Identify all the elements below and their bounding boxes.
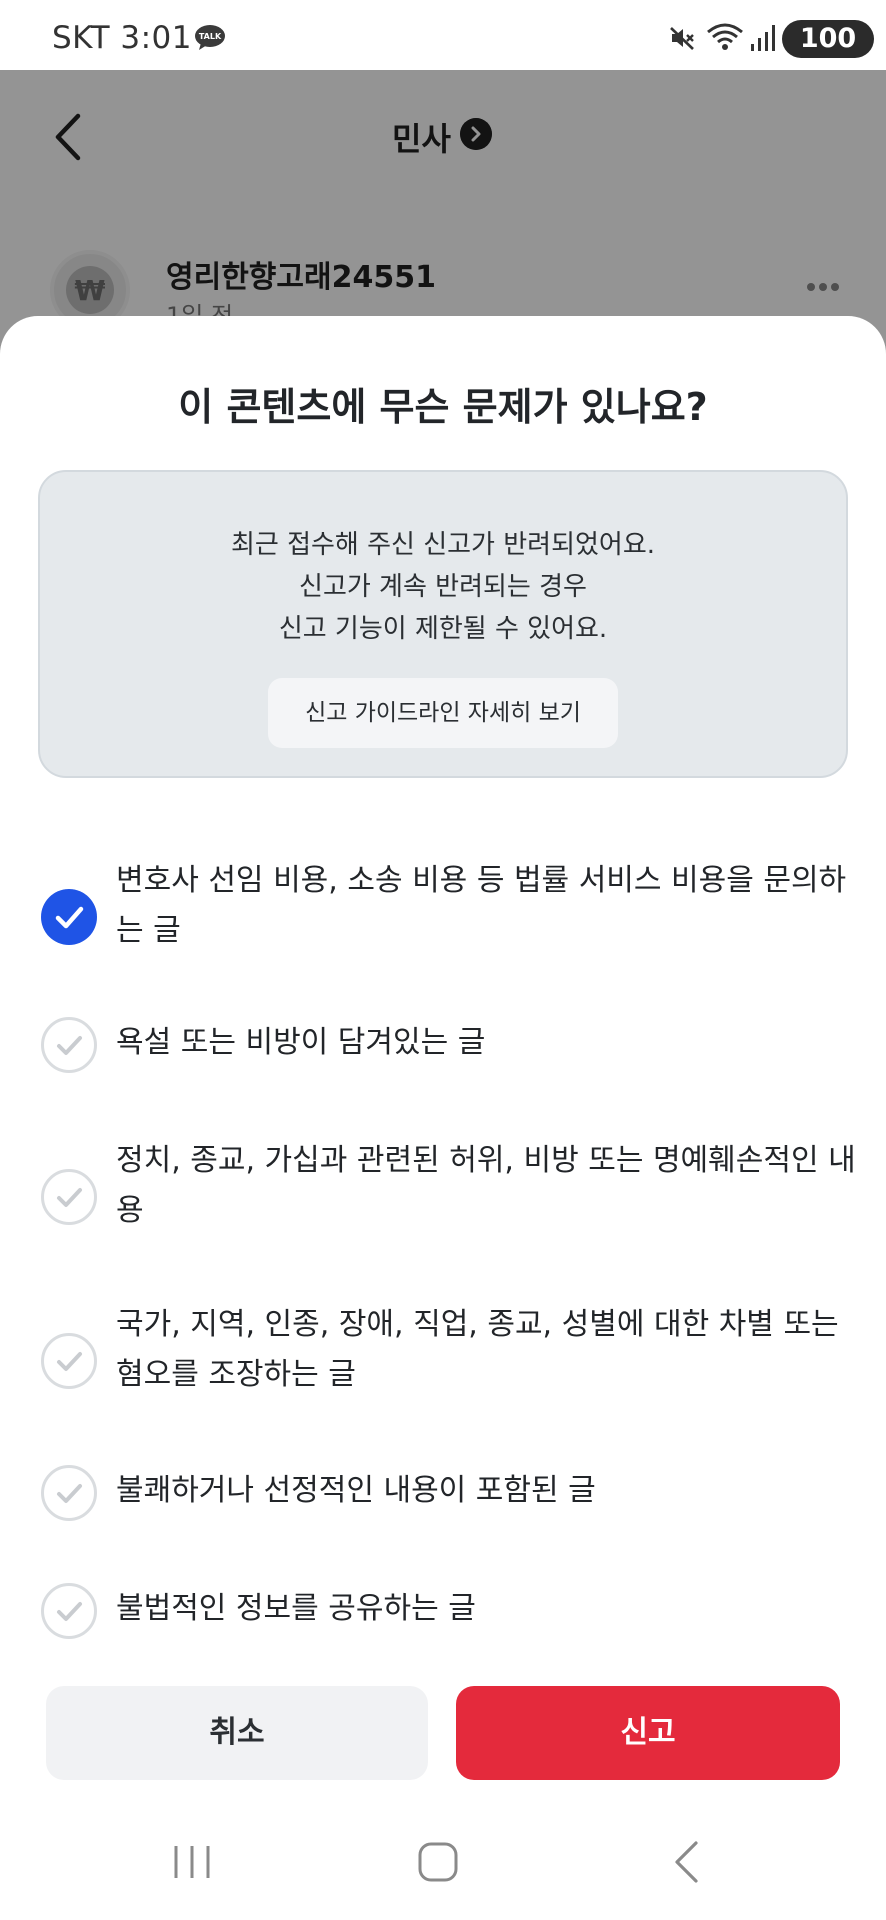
notice-line: 최근 접수해 주신 신고가 반려되었어요. [230,530,656,560]
option-label: 국가, 지역, 인종, 장애, 직업, 종교, 성별에 대한 차별 또는 혐오를… [116,1307,839,1392]
rejection-notice: 최근 접수해 주신 신고가 반려되었어요. 신고가 계속 반려되는 경우 신고 … [38,470,848,778]
report-option[interactable]: 국가, 지역, 인종, 장애, 직업, 종교, 성별에 대한 차별 또는 혐오를… [40,1300,850,1400]
talk-bubble-icon: TALK [195,25,225,50]
status-bar: SKT 3:01 TALK 100 [0,0,886,70]
report-bottom-sheet: 이 콘텐츠에 무슨 문제가 있나요? 최근 접수해 주신 신고가 반려되었어요.… [0,316,886,1920]
report-option[interactable]: 변호사 선임 비용, 소송 비용 등 법률 서비스 비용을 문의하는 글 [40,856,850,956]
report-option[interactable]: 정치, 종교, 가십과 관련된 허위, 비방 또는 명예훼손적인 내용 [40,1136,856,1236]
home-icon[interactable] [418,1842,458,1882]
recents-icon[interactable] [172,1844,212,1880]
battery-indicator: 100 [782,20,874,58]
report-option[interactable]: 욕설 또는 비방이 담겨있는 글 [40,1016,850,1076]
option-label: 욕설 또는 비방이 담겨있는 글 [116,1025,486,1060]
check-icon[interactable] [40,1582,98,1640]
cancel-button[interactable]: 취소 [46,1686,428,1780]
mute-icon [670,27,694,50]
check-icon[interactable] [40,888,98,946]
report-option[interactable]: 불법적인 정보를 공유하는 글 [40,1582,850,1642]
report-button[interactable]: 신고 [456,1686,840,1780]
check-icon[interactable] [40,1332,98,1390]
signal-icon [751,25,775,51]
sheet-title: 이 콘텐츠에 무슨 문제가 있나요? [178,385,708,429]
view-guideline-button[interactable]: 신고 가이드라인 자세히 보기 [268,678,618,748]
option-label: 불법적인 정보를 공유하는 글 [116,1591,476,1626]
notice-line: 신고가 계속 반려되는 경우 [299,572,587,602]
option-label: 불쾌하거나 선정적인 내용이 포함된 글 [116,1473,596,1508]
talk-badge-text: TALK [199,32,222,41]
check-icon[interactable] [40,1168,98,1226]
wifi-icon [707,23,743,50]
report-option[interactable]: 불쾌하거나 선정적인 내용이 포함된 글 [40,1464,850,1524]
carrier-time: SKT 3:01 [52,20,193,56]
option-label: 변호사 선임 비용, 소송 비용 등 법률 서비스 비용을 문의하는 글 [116,863,847,948]
notice-line: 신고 기능이 제한될 수 있어요. [278,614,608,644]
option-label: 정치, 종교, 가십과 관련된 허위, 비방 또는 명예훼손적인 내용 [116,1143,856,1228]
nav-back-icon[interactable] [672,1840,700,1884]
check-icon[interactable] [40,1464,98,1522]
check-icon[interactable] [40,1016,98,1074]
